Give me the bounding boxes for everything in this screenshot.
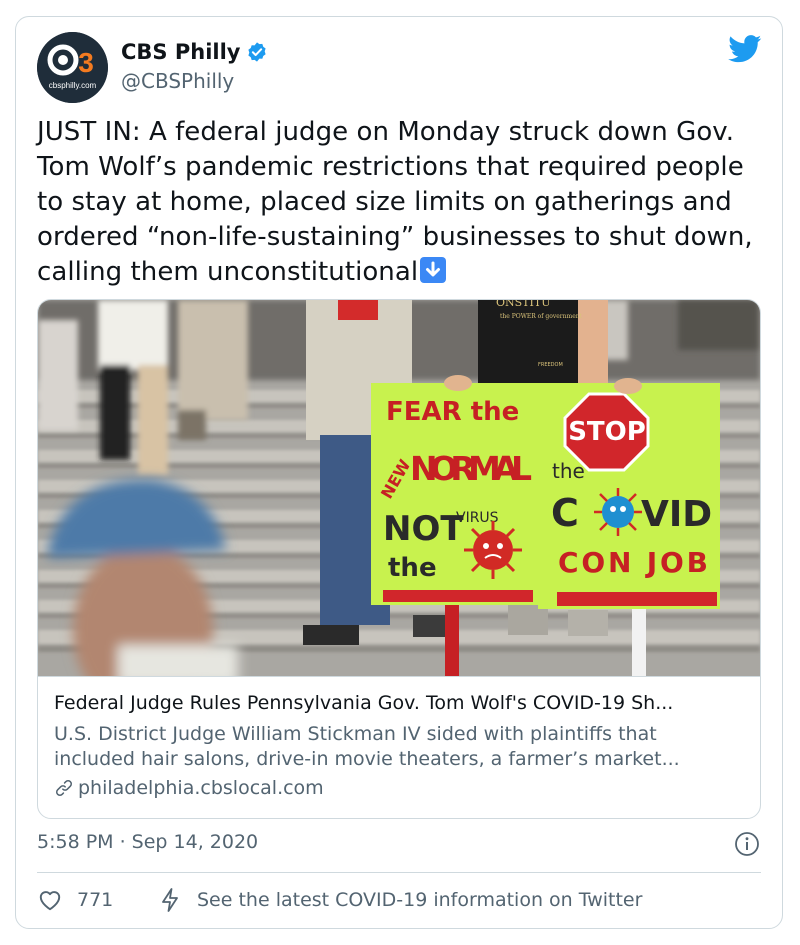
- left-sign-line3: NORMAL: [410, 449, 532, 488]
- shirt-text-line2: the POWER of government: [500, 313, 583, 320]
- right-sign-the: the: [552, 459, 585, 483]
- shirt-text-line1: ONSTITU: [496, 300, 550, 309]
- avatar-caption: cbsphilly.com: [49, 81, 97, 90]
- tweet-timestamp[interactable]: 5:58 PM · Sep 14, 2020: [37, 831, 258, 853]
- link-title[interactable]: Federal Judge Rules Pennsylvania Gov. To…: [54, 692, 744, 714]
- link-description-line1: U.S. District Judge William Stickman IV …: [54, 723, 657, 745]
- author-handle[interactable]: @CBSPhilly: [121, 69, 234, 93]
- covid-info-text[interactable]: See the latest COVID-19 information on T…: [197, 889, 642, 911]
- link-preview-card[interactable]: ONSTITU the POWER of government FREEDOM …: [37, 299, 761, 819]
- like-button[interactable]: 771: [37, 887, 113, 913]
- divider: [37, 872, 761, 873]
- avatar[interactable]: 3 cbsphilly.com: [37, 32, 108, 103]
- like-count[interactable]: 771: [77, 889, 113, 911]
- link-description: U.S. District Judge William Stickman IV …: [54, 722, 748, 774]
- link-preview-meta[interactable]: Federal Judge Rules Pennsylvania Gov. To…: [38, 676, 760, 818]
- svg-text:3: 3: [78, 47, 94, 78]
- virus-drawing-blue: [594, 488, 642, 536]
- link-preview-image[interactable]: ONSTITU the POWER of government FREEDOM …: [38, 300, 760, 676]
- link-domain[interactable]: philadelphia.cbslocal.com: [78, 777, 324, 799]
- bolt-icon: [162, 888, 178, 912]
- heart-icon[interactable]: [37, 887, 63, 913]
- twitter-bird-icon[interactable]: [728, 35, 762, 63]
- right-sign-stop: STOP: [568, 417, 646, 447]
- covid-info-link[interactable]: See the latest COVID-19 information on T…: [159, 887, 642, 913]
- left-sign-line1: FEAR the: [386, 397, 519, 427]
- link-icon: [56, 780, 72, 796]
- info-icon[interactable]: [734, 831, 760, 857]
- right-sign-c: C: [551, 491, 579, 535]
- down-arrow-emoji-icon: [420, 257, 447, 283]
- tweet-card[interactable]: 3 cbsphilly.com CBS Philly @CBSPhilly JU…: [15, 16, 783, 929]
- left-sign-line4: NOT: [383, 509, 464, 549]
- tweet-actions: 771 See the latest COVID-19 information …: [37, 887, 767, 917]
- verified-badge-icon: [248, 42, 267, 62]
- left-sign-line5: the: [388, 553, 437, 583]
- author-name-row[interactable]: CBS Philly: [121, 40, 268, 64]
- tweet-text: JUST IN: A federal judge on Monday struc…: [37, 115, 767, 290]
- link-description-line2: included hair salons, drive-in movie the…: [54, 748, 680, 770]
- author-display-name[interactable]: CBS Philly: [121, 40, 240, 64]
- link-domain-row[interactable]: philadelphia.cbslocal.com: [54, 777, 324, 799]
- virus-drawing-red: [464, 521, 522, 579]
- shirt-text-line3: FREEDOM: [538, 362, 563, 368]
- tweet-text-body: JUST IN: A federal judge on Monday struc…: [37, 117, 753, 287]
- right-sign-vid: VID: [641, 494, 712, 535]
